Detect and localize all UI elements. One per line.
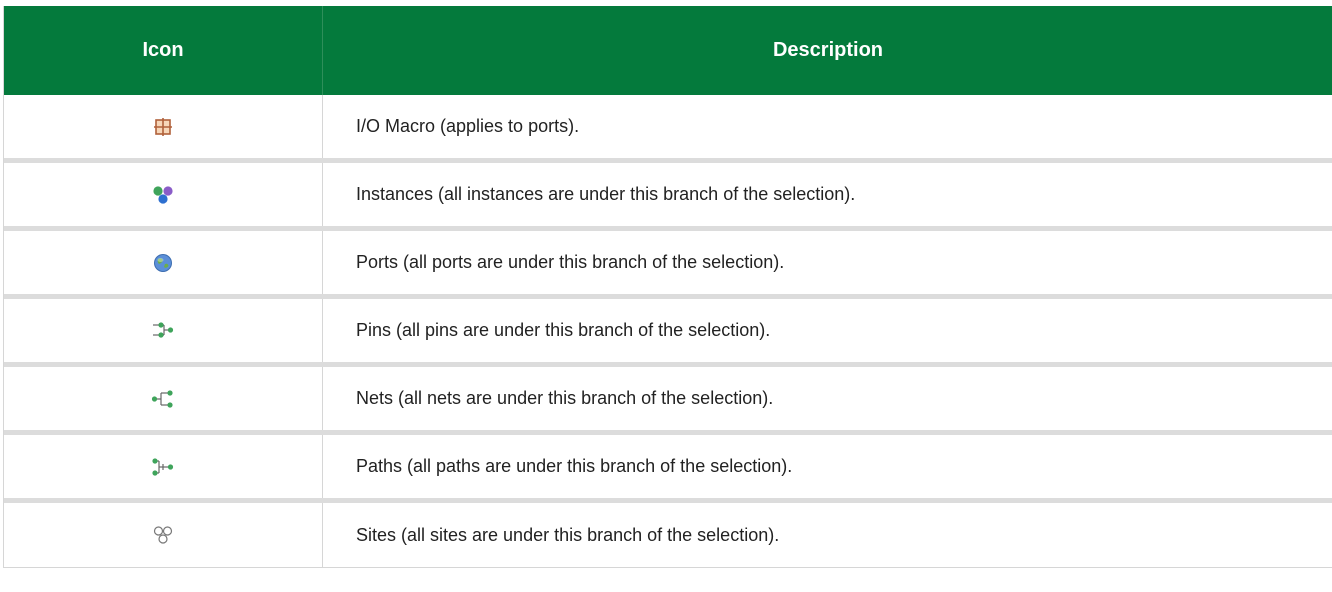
description-cell: I/O Macro (applies to ports).: [356, 116, 580, 136]
table-row: Nets (all nets are under this branch of …: [4, 367, 1332, 435]
table-header: Icon Description: [4, 6, 1332, 95]
header-icon-column: Icon: [142, 39, 184, 61]
icon-cell: [4, 163, 323, 226]
pins-icon: [152, 321, 174, 341]
table-row: Pins (all pins are under this branch of …: [4, 299, 1332, 367]
description-cell: Instances (all instances are under this …: [356, 184, 856, 204]
sites-icon: [152, 525, 174, 545]
ports-globe-icon: [153, 253, 173, 273]
description-cell: Ports (all ports are under this branch o…: [356, 252, 785, 272]
io-macro-icon: [154, 117, 172, 136]
icon-description-table: Icon Description I/O Macro (applies to p…: [3, 6, 1332, 568]
instances-icon: [152, 185, 174, 205]
icon-cell: [4, 435, 323, 498]
description-cell: Paths (all paths are under this branch o…: [356, 456, 793, 476]
table-row: Ports (all ports are under this branch o…: [4, 231, 1332, 299]
icon-cell: [4, 299, 323, 362]
description-cell: Sites (all sites are under this branch o…: [356, 524, 780, 545]
icon-cell: [4, 95, 323, 158]
icon-cell: [4, 503, 323, 567]
description-cell: Nets (all nets are under this branch of …: [356, 388, 774, 408]
description-cell: Pins (all pins are under this branch of …: [356, 320, 771, 340]
table-row: Sites (all sites are under this branch o…: [4, 503, 1332, 568]
header-description-column: Description: [322, 6, 1332, 95]
table-row: I/O Macro (applies to ports).: [4, 95, 1332, 163]
table-row: Instances (all instances are under this …: [4, 163, 1332, 231]
nets-icon: [151, 389, 175, 409]
icon-cell: [4, 231, 323, 294]
paths-icon: [151, 457, 175, 477]
icon-cell: [4, 367, 323, 430]
table-row: Paths (all paths are under this branch o…: [4, 435, 1332, 503]
